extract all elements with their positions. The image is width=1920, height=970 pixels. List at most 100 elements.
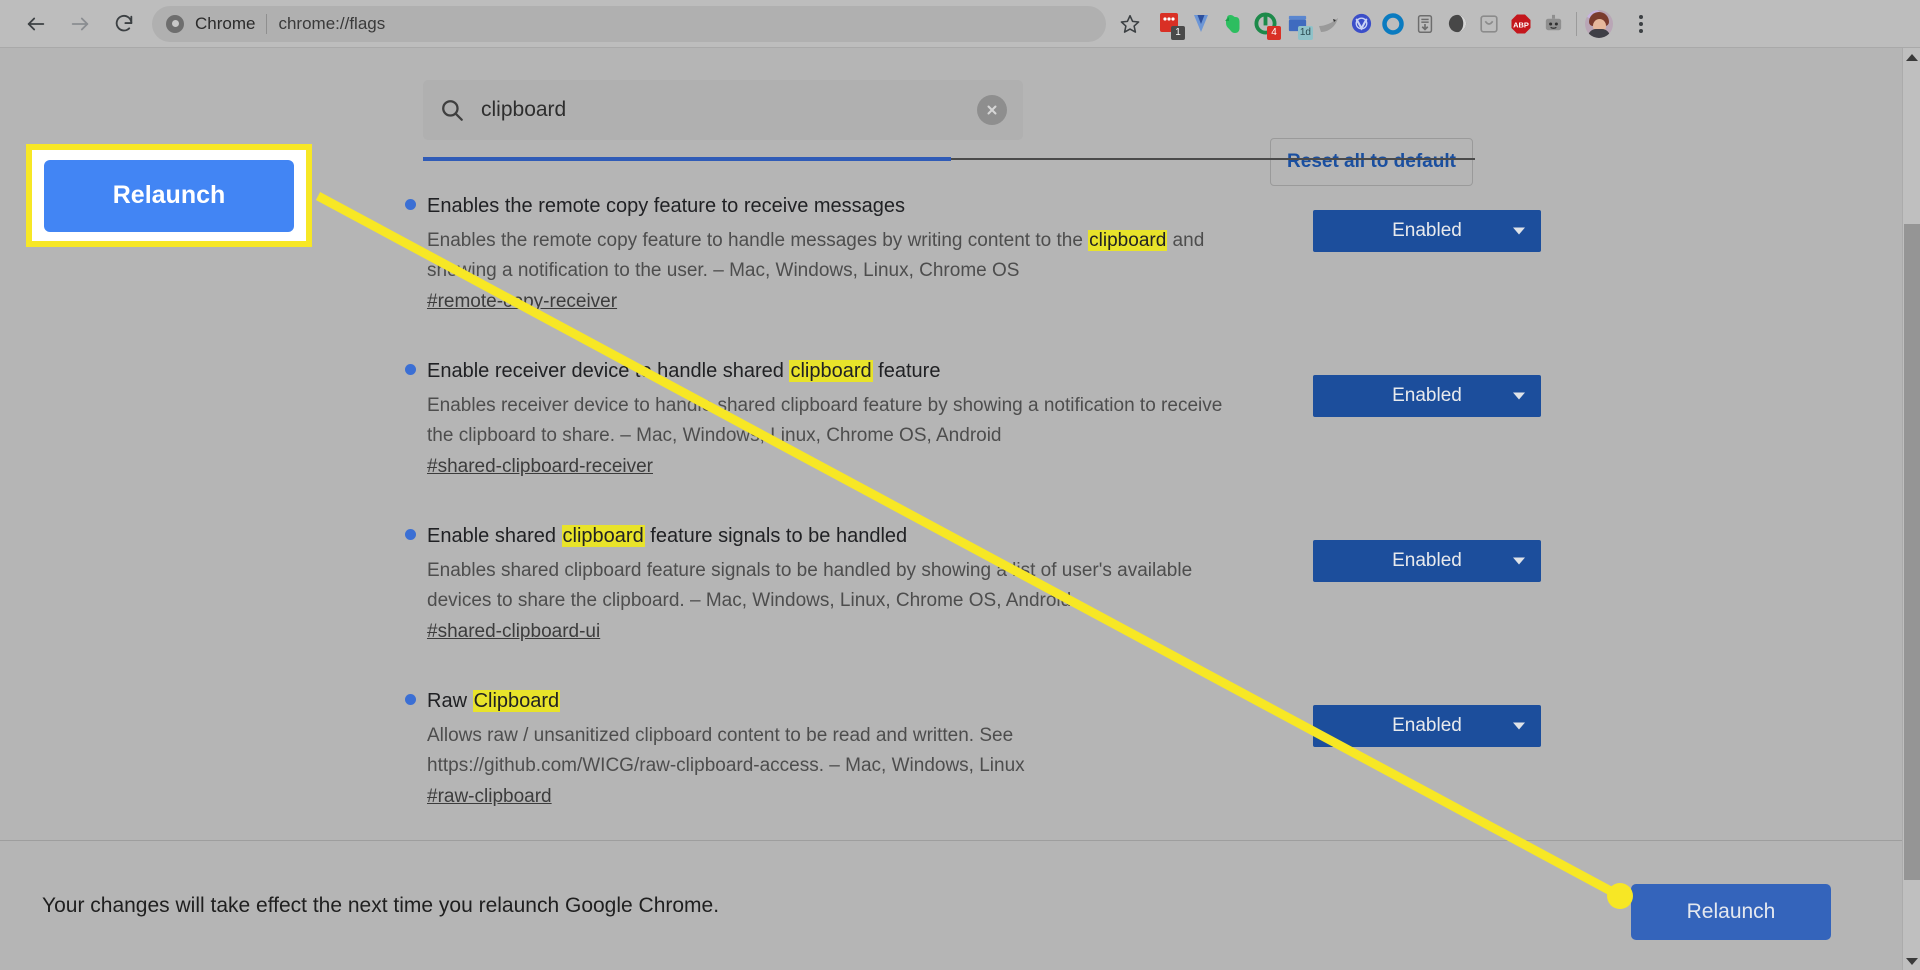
flag-row: Enable shared clipboard feature signals …: [0, 498, 1902, 663]
extension-red-dots-icon[interactable]: 1: [1154, 9, 1185, 40]
flag-state-label: Enabled: [1392, 220, 1462, 241]
flag-control: Enabled: [1313, 498, 1541, 582]
flag-row: Raw Clipboard Allows raw / unsanitized c…: [0, 663, 1902, 828]
flag-state-label: Enabled: [1392, 715, 1462, 736]
flag-state-select[interactable]: Enabled: [1313, 705, 1541, 747]
flag-permalink[interactable]: #shared-clipboard-ui: [427, 621, 600, 643]
flags-list: Enables the remote copy feature to recei…: [0, 168, 1902, 828]
relaunch-button[interactable]: Relaunch: [1631, 884, 1831, 940]
extension-toolbar: 1 4 1d ABP: [1154, 9, 1568, 40]
flag-state-select[interactable]: Enabled: [1313, 375, 1541, 417]
chevron-down-icon: [1513, 722, 1525, 730]
flag-title: Raw Clipboard: [405, 689, 1235, 714]
flag-bullet-icon: [405, 694, 416, 705]
flag-state-label: Enabled: [1392, 550, 1462, 571]
clear-x-icon[interactable]: [977, 95, 1007, 125]
extension-v-blue-icon[interactable]: [1186, 9, 1216, 39]
flag-control: Enabled: [1313, 663, 1541, 747]
flag-text: Enable shared clipboard feature signals …: [405, 498, 1235, 643]
flag-control: Enabled: [1313, 168, 1541, 252]
flag-bullet-icon: [405, 529, 416, 540]
extension-badge: 1: [1171, 25, 1185, 40]
extension-badge: 1d: [1297, 25, 1313, 40]
flag-description: Enables the remote copy feature to handl…: [427, 226, 1227, 286]
flag-permalink[interactable]: #raw-clipboard: [427, 786, 552, 808]
chevron-down-icon: [1513, 227, 1525, 235]
omnibox-app-label: Chrome: [195, 13, 256, 33]
callout-relaunch-button[interactable]: Relaunch: [44, 159, 294, 232]
flag-permalink[interactable]: #remote-copy-receiver: [427, 291, 617, 313]
flag-title-text: Raw: [427, 690, 473, 712]
scroll-down-arrow-icon[interactable]: [1903, 952, 1920, 970]
flag-title: Enables the remote copy feature to recei…: [405, 194, 1235, 219]
extension-adblock-plus-icon[interactable]: ABP: [1506, 9, 1536, 39]
flag-desc-part: Enables the remote copy feature to handl…: [427, 230, 1089, 251]
extension-gray-wing-icon[interactable]: [1314, 9, 1344, 39]
search-icon: [439, 97, 465, 123]
extension-badge: 4: [1267, 25, 1281, 40]
reload-icon[interactable]: [102, 2, 146, 46]
annotation-callout: Relaunch: [26, 144, 312, 247]
flag-text: Raw Clipboard Allows raw / unsanitized c…: [405, 663, 1235, 808]
extension-robot-icon[interactable]: [1538, 9, 1568, 39]
chrome-logo-icon: [166, 14, 184, 33]
tab-inactive-rule: [951, 158, 1475, 160]
flag-state-select[interactable]: Enabled: [1313, 540, 1541, 582]
search-term-highlight: Clipboard: [472, 690, 561, 712]
back-icon[interactable]: [14, 2, 58, 46]
search-input[interactable]: [481, 98, 977, 122]
scroll-up-arrow-icon[interactable]: [1903, 48, 1920, 66]
flag-description: Enables shared clipboard feature signals…: [427, 560, 1193, 612]
flag-description: Allows raw / unsanitized clipboard conte…: [427, 725, 1025, 777]
extension-blue-folder-icon[interactable]: 1d: [1282, 9, 1313, 40]
extension-download-list-icon[interactable]: [1410, 9, 1440, 39]
flags-header: Reset all to default: [0, 62, 1902, 186]
flag-control: Enabled: [1313, 333, 1541, 417]
flag-state-select[interactable]: Enabled: [1313, 210, 1541, 252]
flag-text: Enables the remote copy feature to recei…: [405, 168, 1235, 313]
relaunch-bar: Your changes will take effect the next t…: [0, 840, 1902, 970]
omnibox-url: chrome://flags: [278, 13, 386, 33]
flags-tabstrip[interactable]: [423, 157, 1475, 161]
flag-title-text: feature: [872, 360, 941, 382]
extension-dark-sphere-icon[interactable]: [1442, 9, 1472, 39]
browser-toolbar: Chrome chrome://flags 1 4 1d ABP: [0, 0, 1920, 48]
chevron-down-icon: [1513, 557, 1525, 565]
search-term-highlight: clipboard: [1088, 230, 1168, 251]
forward-icon[interactable]: [58, 2, 102, 46]
extension-blue-ring-icon[interactable]: [1378, 9, 1408, 39]
flag-bullet-icon: [405, 199, 416, 210]
extension-green-circle-icon[interactable]: 4: [1250, 9, 1281, 40]
star-icon[interactable]: [1110, 4, 1150, 44]
search-term-highlight: clipboard: [561, 525, 645, 547]
omnibox-separator: [266, 13, 268, 34]
omnibox[interactable]: Chrome chrome://flags: [152, 5, 1106, 42]
flag-permalink[interactable]: #shared-clipboard-receiver: [427, 456, 653, 478]
flag-title-text: Enable shared: [427, 525, 562, 547]
browser-window: Chrome chrome://flags 1 4 1d ABP clipboa…: [0, 0, 1920, 970]
flag-title: Enable receiver device to handle shared …: [405, 359, 1235, 384]
flag-title-text: Enables the remote copy feature to recei…: [427, 195, 906, 217]
extension-evernote-icon[interactable]: [1218, 9, 1248, 39]
flag-description: Enables receiver device to handle shared…: [427, 395, 1223, 447]
chevron-down-icon: [1513, 392, 1525, 400]
tab-active-indicator: [423, 157, 951, 161]
extension-vivaldi-icon[interactable]: [1346, 9, 1376, 39]
avatar[interactable]: [1585, 9, 1613, 38]
svg-text:ABP: ABP: [1513, 20, 1529, 29]
extension-gray-box-icon[interactable]: [1474, 9, 1504, 39]
flag-row: Enable receiver device to handle shared …: [0, 333, 1902, 498]
flag-bullet-icon: [405, 364, 416, 375]
vertical-scrollbar[interactable]: [1902, 48, 1920, 970]
flag-text: Enable receiver device to handle shared …: [405, 333, 1235, 478]
scrollbar-thumb[interactable]: [1904, 224, 1920, 880]
relaunch-message: Your changes will take effect the next t…: [42, 893, 720, 917]
search-term-highlight: clipboard: [789, 360, 873, 382]
flag-title: Enable shared clipboard feature signals …: [405, 524, 1235, 549]
flag-title-text: feature signals to be handled: [644, 525, 908, 547]
flag-title-text: Enable receiver device to handle shared: [427, 360, 790, 382]
flag-state-label: Enabled: [1392, 385, 1462, 406]
kebab-menu-icon[interactable]: [1623, 4, 1659, 44]
toolbar-divider: [1576, 11, 1577, 36]
search-box[interactable]: [423, 80, 1023, 140]
